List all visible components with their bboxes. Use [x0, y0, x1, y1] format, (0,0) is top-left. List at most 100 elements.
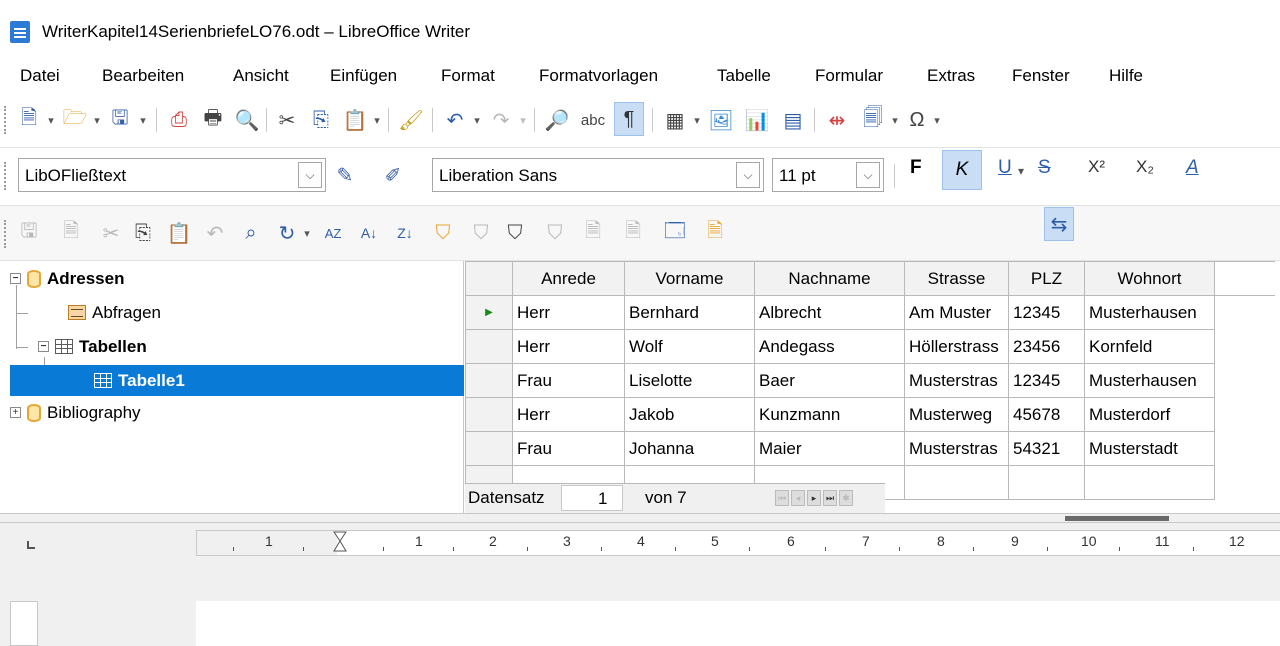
- paragraph-style-combo[interactable]: LibOFließtext ⌵: [18, 158, 326, 192]
- chevron-down-icon[interactable]: ⌵: [298, 162, 322, 188]
- data-to-fields-icon[interactable]: 🗎: [618, 216, 648, 250]
- insert-page-break-icon[interactable]: ⇹: [822, 103, 852, 137]
- splitter-handle[interactable]: [1065, 516, 1169, 521]
- open-dropdown-icon[interactable]: ▾: [90, 103, 104, 137]
- collapse-icon[interactable]: −: [38, 341, 49, 352]
- table-cell[interactable]: Johanna: [624, 431, 755, 466]
- tab-stop-selector-icon[interactable]: [27, 541, 35, 549]
- horizontal-ruler[interactable]: 1 1 2 3 4 5 6 7 8 9 10 11 12: [196, 530, 1280, 556]
- save-record-icon[interactable]: 🖫: [14, 216, 44, 250]
- paste-icon[interactable]: 📋: [164, 216, 194, 250]
- chevron-down-icon[interactable]: ⌵: [856, 162, 880, 188]
- menu-formular[interactable]: Formular: [815, 66, 883, 86]
- new-style-icon[interactable]: ✐: [378, 158, 408, 192]
- first-record-icon[interactable]: ⏮: [775, 490, 789, 506]
- table-cell[interactable]: Herr: [512, 397, 625, 432]
- row-header[interactable]: [465, 329, 513, 364]
- copy-icon[interactable]: ⎘: [306, 103, 336, 137]
- table-cell[interactable]: Frau: [512, 363, 625, 398]
- clone-formatting-icon[interactable]: 🖌: [396, 103, 426, 137]
- open-folder-icon[interactable]: 🗁: [60, 103, 90, 137]
- column-header-vorname[interactable]: Vorname: [624, 261, 755, 296]
- table-row[interactable]: ▶ Herr Bernhard Albrecht Am Muster 12345…: [465, 295, 1275, 330]
- table-cell[interactable]: Herr: [512, 329, 625, 364]
- record-number-field[interactable]: 1: [561, 485, 623, 511]
- table-cell[interactable]: Liselotte: [624, 363, 755, 398]
- special-character-dropdown-icon[interactable]: ▾: [930, 103, 944, 137]
- explorer-on-off-icon[interactable]: ⇆: [1044, 207, 1074, 241]
- export-pdf-icon[interactable]: ⎙: [164, 103, 194, 137]
- undo-dropdown-icon[interactable]: ▾: [470, 103, 484, 137]
- refresh-dropdown-icon[interactable]: ▾: [300, 216, 314, 250]
- sort-icon[interactable]: AZ: [318, 216, 348, 250]
- autofilter-icon[interactable]: ⛉: [428, 216, 458, 250]
- table-dropdown-icon[interactable]: ▾: [690, 103, 704, 137]
- table-cell[interactable]: Baer: [754, 363, 905, 398]
- row-header[interactable]: [465, 397, 513, 432]
- reset-filter-icon[interactable]: ⛉: [540, 216, 570, 250]
- table-cell[interactable]: Jakob: [624, 397, 755, 432]
- redo-dropdown-icon[interactable]: ▾: [516, 103, 530, 137]
- table-cell[interactable]: [904, 465, 1009, 500]
- insert-table-icon[interactable]: ▦: [660, 103, 690, 137]
- table-cell[interactable]: Herr: [512, 295, 625, 330]
- table-row[interactable]: Herr Jakob Kunzmann Musterweg 45678 Must…: [465, 397, 1275, 432]
- table-cell[interactable]: Maier: [754, 431, 905, 466]
- row-header[interactable]: [465, 363, 513, 398]
- table-cell[interactable]: 12345: [1008, 363, 1085, 398]
- indent-marker-icon[interactable]: [333, 531, 347, 553]
- tree-item-bibliography[interactable]: + Bibliography: [10, 397, 310, 428]
- table-cell[interactable]: Musterhausen: [1084, 295, 1215, 330]
- mail-merge-icon[interactable]: 🗔: [660, 216, 690, 250]
- new-dropdown-icon[interactable]: ▾: [44, 103, 58, 137]
- font-size-combo[interactable]: 11 pt ⌵: [772, 158, 884, 192]
- table-cell[interactable]: Musterstras: [904, 431, 1009, 466]
- next-record-icon[interactable]: ▸: [807, 490, 821, 506]
- table-cell[interactable]: Bernhard: [624, 295, 755, 330]
- table-cell[interactable]: 12345: [1008, 295, 1085, 330]
- table-cell[interactable]: Kornfeld: [1084, 329, 1215, 364]
- cut-icon[interactable]: ✂: [96, 216, 126, 250]
- row-header-corner[interactable]: [465, 261, 513, 296]
- document-page[interactable]: [196, 601, 1280, 646]
- sort-ascending-icon[interactable]: A↓: [354, 216, 384, 250]
- subscript-button[interactable]: X₂: [1136, 157, 1154, 177]
- field-dropdown-icon[interactable]: ▾: [888, 103, 902, 137]
- last-record-icon[interactable]: ⏭: [823, 490, 837, 506]
- column-header-wohnort[interactable]: Wohnort: [1084, 261, 1215, 296]
- find-replace-icon[interactable]: 🔎: [542, 103, 572, 137]
- toolbar-grip[interactable]: [4, 162, 7, 190]
- save-icon[interactable]: 🖫: [105, 103, 135, 137]
- column-header-plz[interactable]: PLZ: [1008, 261, 1085, 296]
- paste-dropdown-icon[interactable]: ▾: [370, 103, 384, 137]
- formatting-marks-icon[interactable]: ¶: [614, 102, 644, 136]
- cut-icon[interactable]: ✂: [272, 103, 302, 137]
- tree-item-tabelle1[interactable]: Tabelle1: [10, 365, 464, 396]
- paste-icon[interactable]: 📋: [340, 103, 370, 137]
- menu-fenster[interactable]: Fenster: [1012, 66, 1070, 86]
- data-source-current-document-icon[interactable]: 🗎: [700, 216, 730, 250]
- print-preview-icon[interactable]: 🔍: [232, 103, 262, 137]
- insert-field-icon[interactable]: 🗐: [858, 103, 888, 137]
- column-header-nachname[interactable]: Nachname: [754, 261, 905, 296]
- table-cell[interactable]: Frau: [512, 431, 625, 466]
- table-cell[interactable]: [1084, 465, 1215, 500]
- underline-button[interactable]: U: [998, 157, 1012, 179]
- table-cell[interactable]: Albrecht: [754, 295, 905, 330]
- table-cell[interactable]: Musterweg: [904, 397, 1009, 432]
- data-to-text-icon[interactable]: 🗎: [578, 216, 608, 250]
- tree-item-abfragen[interactable]: Abfragen: [68, 297, 368, 328]
- menu-einfuegen[interactable]: Einfügen: [330, 66, 397, 86]
- panel-splitter[interactable]: [0, 513, 1280, 523]
- table-cell[interactable]: Andegass: [754, 329, 905, 364]
- superscript-button[interactable]: X²: [1088, 157, 1105, 177]
- expand-icon[interactable]: +: [10, 407, 21, 418]
- table-cell[interactable]: 54321: [1008, 431, 1085, 466]
- chevron-down-icon[interactable]: ⌵: [736, 162, 760, 188]
- underline-dropdown-icon[interactable]: ▾: [1018, 164, 1024, 178]
- table-row[interactable]: Herr Wolf Andegass Höllerstrass 23456 Ko…: [465, 329, 1275, 364]
- menu-datei[interactable]: Datei: [20, 66, 60, 86]
- spelling-icon[interactable]: abc: [578, 103, 608, 137]
- menu-format[interactable]: Format: [441, 66, 495, 86]
- strikethrough-button[interactable]: S: [1038, 157, 1051, 179]
